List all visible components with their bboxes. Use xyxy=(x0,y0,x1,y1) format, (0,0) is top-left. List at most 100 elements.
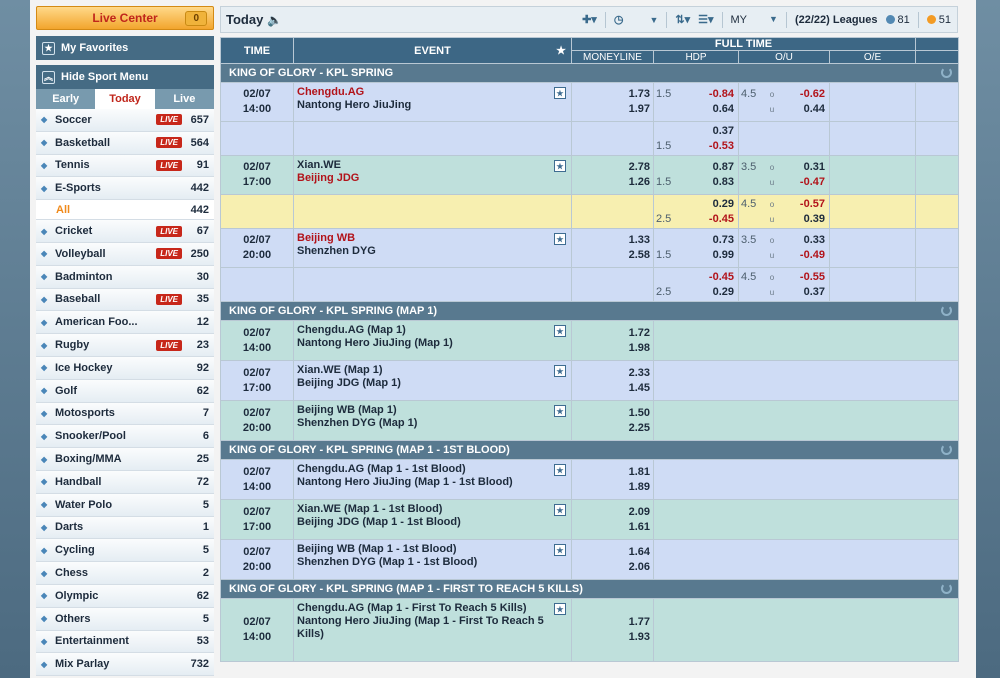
hdp-home-odds[interactable]: -0.45 xyxy=(682,270,738,285)
hdp-home-odds[interactable]: 0.29 xyxy=(682,197,738,212)
hdp-odds[interactable]: 0.29 2.5 -0.45 xyxy=(653,194,739,229)
ou-odds[interactable]: 4.5 o -0.57 u 0.39 xyxy=(738,194,830,229)
moneyline-away[interactable]: 2.58 xyxy=(572,248,650,263)
moneyline-home[interactable]: 2.33 xyxy=(572,366,650,381)
add-filter-icon[interactable]: ✚▾ xyxy=(582,13,597,26)
under-odds[interactable]: 0.39 xyxy=(783,212,829,227)
sport-item[interactable]: ◆ Mix Parlay 732 xyxy=(36,653,214,677)
moneyline-away[interactable]: 2.25 xyxy=(572,421,650,436)
tab-today[interactable]: Today xyxy=(95,89,155,109)
refresh-icon[interactable] xyxy=(941,583,953,594)
favorite-star-icon[interactable]: ★ xyxy=(554,160,566,172)
odds-type-select[interactable]: MY ▼ xyxy=(731,14,778,26)
hdp-away-odds[interactable]: 0.29 xyxy=(682,285,738,300)
under-odds[interactable]: 0.37 xyxy=(783,285,829,300)
leagues-filter-button[interactable]: (22/22) Leagues xyxy=(795,14,878,26)
favorite-star-icon[interactable]: ★ xyxy=(554,365,566,377)
moneyline-home[interactable]: 1.64 xyxy=(572,545,650,560)
moneyline-away[interactable]: 1.93 xyxy=(572,630,650,645)
moneyline-odds[interactable]: 1.72 1.98 xyxy=(571,320,654,361)
live-center-button[interactable]: Live Center 0 xyxy=(36,6,214,30)
under-odds[interactable]: -0.47 xyxy=(783,175,829,190)
sport-item[interactable]: ◆ Motosports 7 xyxy=(36,402,214,426)
moneyline-odds[interactable]: 2.09 1.61 xyxy=(571,499,654,540)
sport-item[interactable]: ◆ Cricket LIVE 67 xyxy=(36,220,214,243)
moneyline-away[interactable]: 1.89 xyxy=(572,480,650,495)
favorite-star-icon[interactable]: ★ xyxy=(554,233,566,245)
refresh-icon[interactable] xyxy=(941,444,953,455)
league-header[interactable]: KING OF GLORY - KPL SPRING (MAP 1 - 1ST … xyxy=(219,440,960,460)
sort-icon[interactable]: ⇅▾ xyxy=(675,13,690,26)
hdp-home-odds[interactable]: 0.73 xyxy=(682,233,738,248)
hdp-home-odds[interactable]: 0.87 xyxy=(682,160,738,175)
hdp-away-odds[interactable]: 0.99 xyxy=(682,248,738,263)
my-favorites-button[interactable]: ★ My Favorites xyxy=(36,36,214,60)
speaker-icon[interactable]: 🔈 xyxy=(267,13,282,27)
favorite-star-icon[interactable]: ★ xyxy=(554,325,566,337)
sport-item[interactable]: ◆ Golf 62 xyxy=(36,379,214,403)
hdp-odds[interactable]: -0.45 2.5 0.29 xyxy=(653,267,739,302)
sport-item[interactable]: ◆ Others 5 xyxy=(36,607,214,631)
league-header[interactable]: KING OF GLORY - KPL SPRING (MAP 1) xyxy=(219,301,960,321)
ou-odds[interactable]: 4.5 o -0.55 u 0.37 xyxy=(738,267,830,302)
hdp-odds[interactable]: 0.37 1.5 -0.53 xyxy=(653,121,739,156)
moneyline-home[interactable]: 1.72 xyxy=(572,326,650,341)
under-odds[interactable]: 0.44 xyxy=(783,102,829,117)
over-odds[interactable]: -0.55 xyxy=(783,270,829,285)
sport-item[interactable]: ◆ Olympic 62 xyxy=(36,584,214,608)
sport-item[interactable]: ◆ Baseball LIVE 35 xyxy=(36,288,214,312)
sport-item[interactable]: ◆ Basketball LIVE 564 xyxy=(36,131,214,155)
sport-item[interactable]: ◆ E-Sports 442 xyxy=(36,177,214,201)
hide-sport-menu-button[interactable]: ︽ Hide Sport Menu xyxy=(36,65,214,89)
sport-item[interactable]: ◆ Badminton 30 xyxy=(36,265,214,289)
sport-item[interactable]: ◆ Snooker/Pool 6 xyxy=(36,425,214,449)
tab-live[interactable]: Live xyxy=(155,89,214,109)
moneyline-odds[interactable]: 1.77 1.93 xyxy=(571,598,654,662)
favorite-star-icon[interactable]: ★ xyxy=(554,87,566,99)
moneyline-home[interactable]: 1.81 xyxy=(572,465,650,480)
hdp-away-odds[interactable]: -0.53 xyxy=(682,139,738,154)
moneyline-home[interactable]: 1.73 xyxy=(572,87,650,102)
hdp-odds[interactable]: 1.5 -0.84 0.64 xyxy=(653,82,739,122)
moneyline-odds[interactable]: 1.50 2.25 xyxy=(571,400,654,441)
over-odds[interactable]: -0.62 xyxy=(783,87,829,102)
moneyline-away[interactable]: 1.26 xyxy=(572,175,650,190)
hdp-home-odds[interactable]: -0.84 xyxy=(682,87,738,102)
moneyline-home[interactable]: 1.33 xyxy=(572,233,650,248)
over-odds[interactable]: 0.33 xyxy=(783,233,829,248)
favorite-star-icon[interactable]: ★ xyxy=(554,405,566,417)
sport-item[interactable]: ◆ Rugby LIVE 23 xyxy=(36,334,214,357)
moneyline-home[interactable]: 1.77 xyxy=(572,615,650,630)
refresh-icon[interactable] xyxy=(941,67,953,78)
league-header[interactable]: KING OF GLORY - KPL SPRING (MAP 1 - FIRS… xyxy=(219,579,960,599)
sub-item-all[interactable]: All 442 xyxy=(36,200,214,221)
moneyline-odds[interactable]: 1.64 2.06 xyxy=(571,539,654,580)
hdp-odds[interactable]: 0.87 1.5 0.83 xyxy=(653,155,739,195)
moneyline-away[interactable]: 1.97 xyxy=(572,102,650,117)
favorite-star-icon[interactable]: ★ xyxy=(554,504,566,516)
ou-odds[interactable]: 3.5 o 0.31 u -0.47 xyxy=(738,155,830,195)
sport-item[interactable]: ◆ Ice Hockey 92 xyxy=(36,356,214,380)
ou-odds[interactable]: 4.5 o -0.62 u 0.44 xyxy=(738,82,830,122)
sport-item[interactable]: ◆ Soccer LIVE 657 xyxy=(36,109,214,132)
favorite-star-icon[interactable]: ★ xyxy=(554,603,566,615)
sport-item[interactable]: ◆ Handball 72 xyxy=(36,470,214,494)
time-filter-dropdown[interactable]: ▼ xyxy=(649,15,658,25)
sport-item[interactable]: ◆ Chess 2 xyxy=(36,562,214,585)
moneyline-away[interactable]: 1.98 xyxy=(572,341,650,356)
star-icon[interactable]: ★ xyxy=(556,44,566,57)
moneyline-home[interactable]: 2.78 xyxy=(572,160,650,175)
league-header[interactable]: KING OF GLORY - KPL SPRING xyxy=(219,63,960,83)
ou-odds[interactable]: 3.5 o 0.33 u -0.49 xyxy=(738,228,830,268)
favorite-star-icon[interactable]: ★ xyxy=(554,544,566,556)
moneyline-home[interactable]: 2.09 xyxy=(572,505,650,520)
moneyline-odds[interactable]: 1.81 1.89 xyxy=(571,459,654,500)
tab-early[interactable]: Early xyxy=(36,89,95,109)
hdp-away-odds[interactable]: 0.64 xyxy=(682,102,738,117)
clock-icon[interactable]: ◷ xyxy=(614,13,624,26)
hdp-home-odds[interactable]: 0.37 xyxy=(682,124,738,139)
sport-item[interactable]: ◆ Entertainment 53 xyxy=(36,630,214,654)
hdp-away-odds[interactable]: 0.83 xyxy=(682,175,738,190)
sport-item[interactable]: ◆ Boxing/MMA 25 xyxy=(36,448,214,471)
under-odds[interactable]: -0.49 xyxy=(783,248,829,263)
